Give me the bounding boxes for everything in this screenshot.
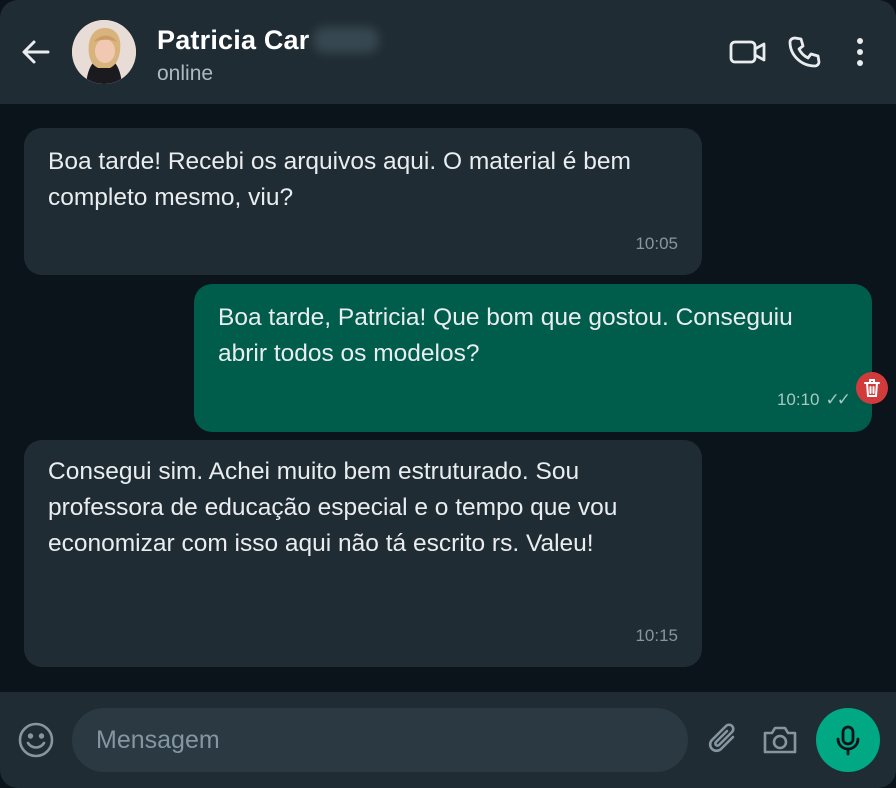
camera-icon[interactable] xyxy=(760,720,800,760)
message-text: Boa tarde, Patricia! Que bom que gostou.… xyxy=(218,304,793,367)
message-time: 10:10 xyxy=(776,390,820,409)
message-list[interactable]: Boa tarde! Recebi os arquivos aqui. O ma… xyxy=(0,104,896,692)
arrow-left-icon[interactable] xyxy=(16,32,56,72)
emoji-icon[interactable] xyxy=(16,720,56,760)
message-text: Consegui sim. Achei muito bem estruturad… xyxy=(48,458,618,557)
phone-icon[interactable] xyxy=(784,32,824,72)
incoming-message[interactable]: Boa tarde! Recebi os arquivos aqui. O ma… xyxy=(24,128,702,275)
read-receipt-icon: ✓✓ xyxy=(825,390,851,409)
chat-window: Patricia Car online Boa tarde! Recebi os… xyxy=(0,0,896,788)
contact-name: Patricia Car xyxy=(157,24,310,55)
chat-header: Patricia Car online xyxy=(0,0,896,104)
more-vertical-icon[interactable] xyxy=(840,32,880,72)
message-composer xyxy=(0,692,896,788)
paperclip-icon[interactable] xyxy=(704,720,744,760)
message-time: 10:05 xyxy=(635,234,678,253)
trash-icon[interactable] xyxy=(856,372,888,404)
contact-name-row[interactable]: Patricia Car xyxy=(157,22,380,58)
microphone-icon[interactable] xyxy=(816,708,880,772)
message-input[interactable] xyxy=(72,708,688,772)
presence-status: online xyxy=(157,62,214,85)
message-text: Boa tarde! Recebi os arquivos aqui. O ma… xyxy=(48,148,631,211)
message-meta: 10:10 ✓✓ xyxy=(776,390,851,410)
contact-avatar[interactable] xyxy=(72,20,136,84)
outgoing-message[interactable]: Boa tarde, Patricia! Que bom que gostou.… xyxy=(194,284,872,432)
redacted-name-blur xyxy=(313,27,380,53)
video-camera-icon[interactable] xyxy=(728,32,768,72)
incoming-message[interactable]: Consegui sim. Achei muito bem estruturad… xyxy=(24,440,702,667)
message-time: 10:15 xyxy=(635,626,678,645)
